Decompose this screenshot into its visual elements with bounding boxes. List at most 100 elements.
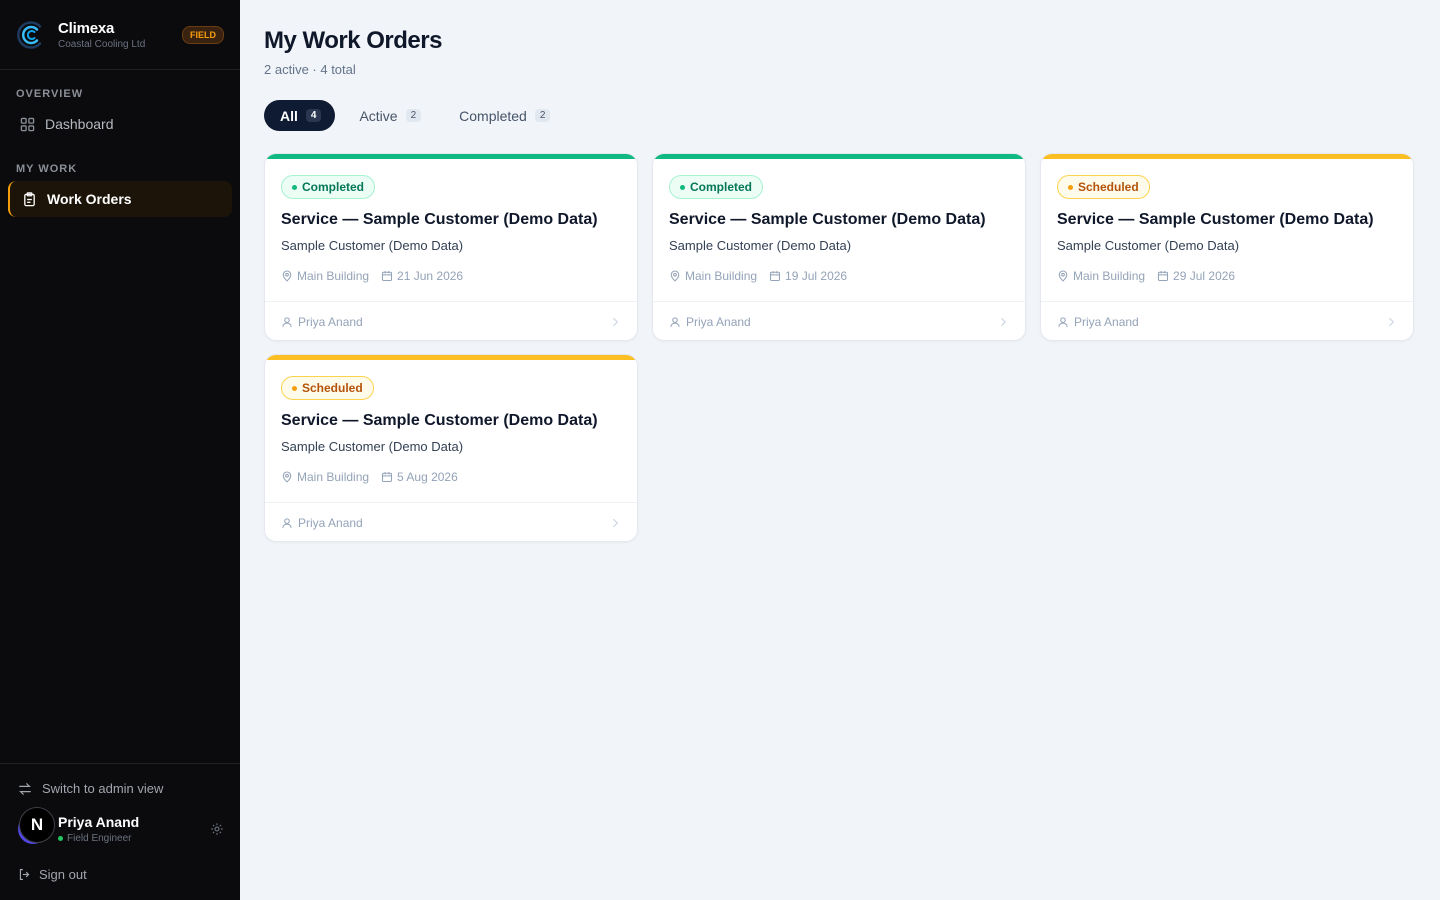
customer-name: Sample Customer (Demo Data) <box>669 238 852 253</box>
work-order-card[interactable]: Scheduled Service — Sample Customer (Dem… <box>1040 153 1414 341</box>
location-pin-icon <box>670 270 680 282</box>
status-dot <box>680 184 685 190</box>
gear-icon[interactable] <box>210 822 224 836</box>
date-text: 29 Jul 2026 <box>1173 269 1236 283</box>
assignee-name: Priya Anand <box>1074 314 1139 329</box>
chevron-right-icon <box>1001 317 1007 326</box>
tab-all[interactable]: All 4 <box>264 100 336 131</box>
user-icon <box>282 517 292 528</box>
user-role: Field Engineer <box>58 833 210 844</box>
main-content: My Work Orders 2 active · 4 total All 4 … <box>240 0 1440 900</box>
tab-label: Active <box>359 107 398 124</box>
assignee-name: Priya Anand <box>298 515 363 530</box>
user-role-label: Field Engineer <box>67 833 132 844</box>
brand-name: Climexa <box>58 19 115 37</box>
location-text: Main Building <box>297 269 370 283</box>
climexa-logo-icon <box>17 20 42 49</box>
work-order-meta: Main Building 19 Jul 2026 <box>669 269 859 283</box>
online-status-dot <box>58 836 63 841</box>
location-pin-icon <box>282 471 292 483</box>
work-order-meta: Main Building 29 Jul 2026 <box>1057 269 1247 283</box>
status-badge: Completed <box>669 175 764 199</box>
calendar-icon <box>382 271 393 282</box>
work-order-title: Service — Sample Customer (Demo Data) <box>1057 211 1374 228</box>
sign-out-button[interactable]: Sign out <box>18 867 87 882</box>
customer-name: Sample Customer (Demo Data) <box>281 439 464 454</box>
card-footer: Priya Anand <box>265 301 637 340</box>
sidebar: Climexa Coastal Cooling Ltd FIELD OVERVI… <box>0 0 240 900</box>
calendar-icon <box>770 271 781 282</box>
switch-to-admin-link[interactable]: Switch to admin view <box>18 781 163 796</box>
nav-section-my-work: MY WORK <box>16 163 78 175</box>
work-order-title: Service — Sample Customer (Demo Data) <box>281 412 598 429</box>
work-order-grid: Completed Service — Sample Customer (Dem… <box>264 153 1416 542</box>
customer-name: Sample Customer (Demo Data) <box>1057 238 1240 253</box>
location-pin-icon <box>1058 270 1068 282</box>
switch-label: Switch to admin view <box>42 781 164 796</box>
sidebar-item-dashboard[interactable]: Dashboard <box>8 106 232 142</box>
brand-header: Climexa Coastal Cooling Ltd FIELD <box>0 0 240 70</box>
user-icon <box>1058 316 1068 327</box>
company-name: Coastal Cooling Ltd <box>58 38 146 50</box>
status-accent-bar <box>653 154 1025 159</box>
location-text: Main Building <box>1073 269 1146 283</box>
user-icon <box>282 316 292 327</box>
status-dot <box>1068 184 1073 190</box>
date-text: 21 Jun 2026 <box>397 269 464 283</box>
status-accent-bar <box>265 154 637 159</box>
field-badge: FIELD <box>182 25 224 44</box>
tab-count: 2 <box>534 109 551 122</box>
customer-name: Sample Customer (Demo Data) <box>281 238 464 253</box>
status-badge: Completed <box>281 175 376 199</box>
location-text: Main Building <box>297 470 370 484</box>
chevron-right-icon <box>613 317 619 326</box>
status-badge: Scheduled <box>1057 175 1150 199</box>
logout-icon <box>19 869 30 880</box>
sidebar-item-label: Work Orders <box>47 191 132 207</box>
status-label: Scheduled <box>1078 180 1139 194</box>
swap-arrows-icon <box>19 782 31 795</box>
dashboard-grid-icon <box>20 117 35 131</box>
tab-completed[interactable]: Completed 2 <box>443 100 564 131</box>
sign-out-label: Sign out <box>39 867 87 882</box>
work-order-card[interactable]: Completed Service — Sample Customer (Dem… <box>264 153 638 341</box>
work-order-meta: Main Building 21 Jun 2026 <box>281 269 475 283</box>
status-label: Completed <box>302 180 365 194</box>
calendar-icon <box>382 472 393 483</box>
calendar-icon <box>1158 271 1169 282</box>
filter-tabs: All 4 Active 2 Completed 2 <box>264 100 572 131</box>
work-order-card[interactable]: Completed Service — Sample Customer (Dem… <box>652 153 1026 341</box>
sidebar-item-work-orders[interactable]: Work Orders <box>8 181 232 217</box>
status-label: Scheduled <box>302 381 363 395</box>
location-pin-icon <box>282 270 292 282</box>
status-accent-bar <box>265 355 637 360</box>
tab-count: 2 <box>405 109 422 122</box>
status-accent-bar <box>1041 154 1413 159</box>
status-dot <box>292 184 297 190</box>
card-footer: Priya Anand <box>265 502 637 541</box>
work-order-title: Service — Sample Customer (Demo Data) <box>669 211 986 228</box>
tab-count: 4 <box>305 109 322 122</box>
date-text: 5 Aug 2026 <box>397 470 458 484</box>
card-footer: Priya Anand <box>653 301 1025 340</box>
tab-active[interactable]: Active 2 <box>343 100 435 131</box>
status-dot <box>292 385 297 391</box>
next-dev-indicator-button[interactable]: N <box>19 807 55 843</box>
chevron-right-icon <box>1389 317 1395 326</box>
user-name: Priya Anand <box>58 814 140 830</box>
clipboard-icon <box>24 191 35 206</box>
assignee-name: Priya Anand <box>686 314 751 329</box>
nav-section-overview: OVERVIEW <box>16 88 84 100</box>
chevron-right-icon <box>613 518 619 527</box>
work-order-title: Service — Sample Customer (Demo Data) <box>281 211 598 228</box>
status-label: Completed <box>690 180 753 194</box>
work-order-card[interactable]: Scheduled Service — Sample Customer (Dem… <box>264 354 638 542</box>
status-badge: Scheduled <box>281 376 374 400</box>
card-footer: Priya Anand <box>1041 301 1413 340</box>
sidebar-item-label: Dashboard <box>45 116 114 132</box>
user-icon <box>670 316 680 327</box>
tab-label: All <box>280 107 298 124</box>
assignee-name: Priya Anand <box>298 314 363 329</box>
date-text: 19 Jul 2026 <box>785 269 848 283</box>
work-order-meta: Main Building 5 Aug 2026 <box>281 470 470 484</box>
